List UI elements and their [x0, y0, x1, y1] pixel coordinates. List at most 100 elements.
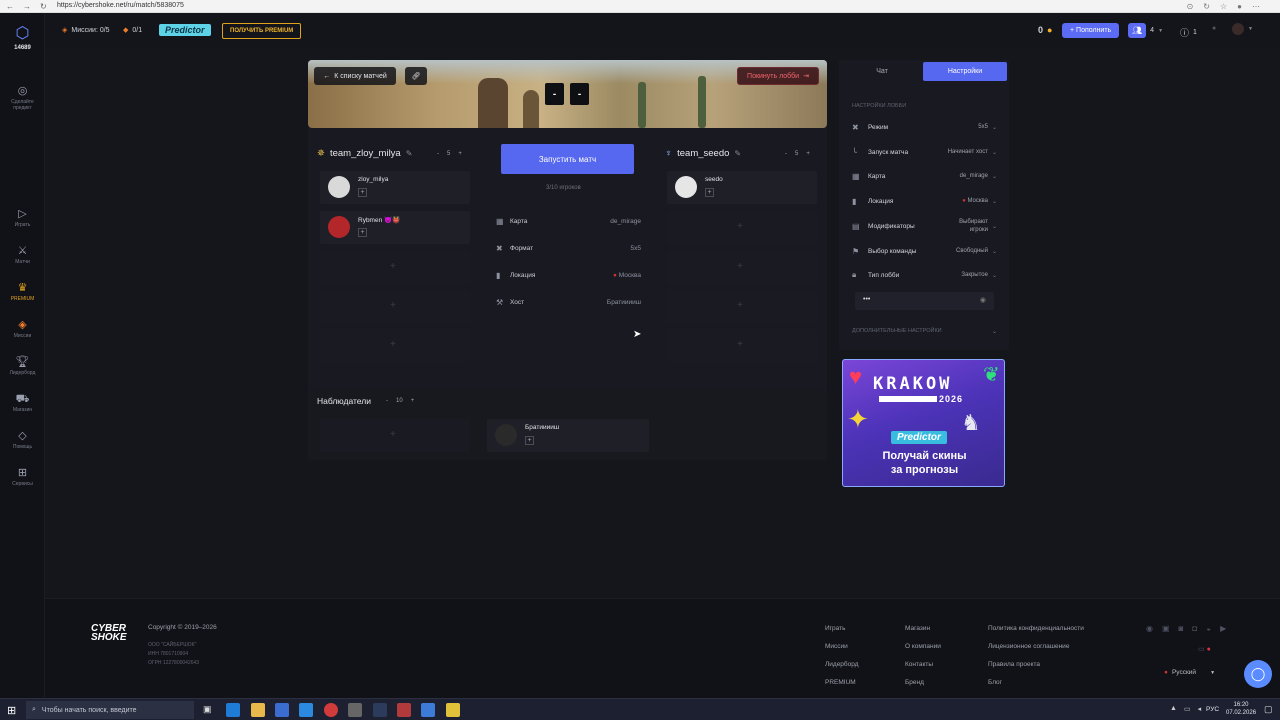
footer-link[interactable]: Бренд	[905, 679, 924, 686]
increase-button[interactable]: +	[806, 151, 810, 157]
youtube-icon[interactable]: ▶	[1220, 624, 1226, 633]
discord-icon[interactable]: ◙	[1179, 624, 1184, 633]
footer-link[interactable]: Играть	[825, 625, 846, 632]
friends-button[interactable]: 👥︎ 4 ▼	[1128, 23, 1163, 38]
favorite-icon[interactable]: ☆	[1220, 2, 1227, 11]
player-slot[interactable]: seedo +	[667, 171, 817, 204]
add-friend-button[interactable]: +	[525, 436, 534, 445]
footer-link[interactable]: Правила проекта	[988, 661, 1040, 668]
mail-icon[interactable]	[299, 703, 313, 717]
telegram-icon[interactable]: ◒	[1206, 624, 1211, 633]
back-icon[interactable]: ←	[6, 2, 14, 11]
start-match-button[interactable]: Запустить матч	[501, 144, 634, 174]
input-language[interactable]: РУС	[1206, 706, 1219, 713]
get-premium-button[interactable]: ПОЛУЧИТЬ PREMIUM	[222, 23, 302, 39]
forward-icon[interactable]: →	[23, 2, 31, 11]
taskbar-search[interactable]: ⌕ Чтобы начать поиск, введите	[26, 701, 194, 719]
footer-link[interactable]: Лицензионное соглашение	[988, 643, 1069, 650]
footer-link[interactable]: Магазин	[905, 625, 930, 632]
store-icon[interactable]	[275, 703, 289, 717]
predictor-ad-banner[interactable]: ♥ ❦ KRAKOW 2026 ✦ ♞ Predictor Получай ск…	[842, 359, 1005, 487]
sidebar-item-leaderboard[interactable]: 🏆︎ Лидерборд	[0, 356, 45, 376]
setting-team-select[interactable]: ⚑ Выбор команды Свободный ⌄	[852, 245, 997, 257]
increase-button[interactable]: +	[411, 398, 415, 404]
password-field[interactable]: ••• ◉	[855, 292, 994, 310]
empty-slot[interactable]: +	[320, 419, 470, 452]
footer-link[interactable]: Блог	[988, 679, 1002, 686]
windows-start-icon[interactable]: ⊞	[7, 704, 16, 717]
empty-slot[interactable]: +	[667, 251, 817, 284]
app-icon[interactable]	[397, 703, 411, 717]
predictor-badge[interactable]: Predictor	[159, 24, 211, 36]
empty-slot[interactable]: +	[667, 211, 817, 244]
player-slot[interactable]: zloy_milya +	[320, 171, 470, 204]
footer-link[interactable]: Миссии	[825, 643, 848, 650]
empty-slot[interactable]: +	[320, 329, 470, 362]
address-bar[interactable]: https://cybershoke.net/ru/match/5838075	[57, 2, 184, 9]
eye-icon[interactable]: ◉	[980, 296, 986, 304]
vk-icon[interactable]: ◘	[1192, 624, 1197, 633]
footer-link[interactable]: PREMIUM	[825, 679, 856, 686]
setting-mode[interactable]: ✖ Режим 5x5 ⌄	[852, 121, 997, 133]
menu-icon[interactable]: ⋯	[1252, 2, 1260, 11]
user-avatar[interactable]: ▼	[1232, 23, 1253, 35]
empty-slot[interactable]: +	[667, 329, 817, 362]
support-chat-button[interactable]: ◯	[1244, 660, 1272, 688]
sidebar-item-matches[interactable]: ⚔ Матчи	[0, 245, 45, 265]
explorer-icon[interactable]	[251, 703, 265, 717]
sidebar-item-help[interactable]: ◇ Помощь	[0, 430, 45, 450]
footer-link[interactable]: О компании	[905, 643, 941, 650]
tab-settings[interactable]: Настройки	[923, 62, 1007, 81]
footer-link[interactable]: Политика конфиденциальности	[988, 625, 1084, 632]
app2-icon[interactable]	[446, 703, 460, 717]
reload-icon[interactable]: ↻	[40, 2, 47, 11]
steam-icon[interactable]	[421, 703, 435, 717]
sidebar-item-premium[interactable]: ♛ PREMIUM	[0, 282, 45, 302]
decrease-button[interactable]: -	[437, 151, 439, 157]
player-slot[interactable]: Rybmen 😈👹 +	[320, 211, 470, 244]
steam-icon[interactable]: ◉	[1146, 624, 1153, 633]
clock[interactable]: 16:20 07.02.2026	[1226, 701, 1256, 717]
setting-location[interactable]: ▮ Локация ● Москва ⌄	[852, 195, 997, 207]
extra-settings-toggle[interactable]: ДОПОЛНИТЕЛЬНЫЕ НАСТРОЙКИ ⌄	[852, 325, 997, 337]
notification-dot-icon[interactable]: ●	[1212, 25, 1216, 32]
notification-center-icon[interactable]: ▢	[1264, 704, 1273, 715]
profile-icon[interactable]: ●	[1237, 2, 1242, 11]
chrome-icon[interactable]	[324, 703, 338, 717]
language-selector[interactable]: ● Русский ▼	[1164, 669, 1215, 676]
extension-icon[interactable]: ⊙	[1187, 2, 1194, 11]
setting-lobby-type[interactable]: 🔒︎ Тип лобби Закрытое ⌄	[852, 269, 997, 281]
footer-link[interactable]: Контакты	[905, 661, 933, 668]
tab-chat[interactable]: Чат	[843, 62, 921, 81]
edge-icon[interactable]	[226, 703, 240, 717]
sidebar-item-shop[interactable]: ⛟ Магазин	[0, 393, 45, 413]
shield-icon[interactable]	[373, 703, 387, 717]
volume-icon[interactable]: ◂	[1198, 705, 1202, 713]
refresh-icon[interactable]: ↻	[1203, 2, 1210, 11]
setting-map[interactable]: ▦ Карта de_mirage ⌄	[852, 170, 997, 182]
decrease-button[interactable]: -	[785, 151, 787, 157]
add-friend-button[interactable]: +	[358, 188, 367, 197]
decrease-button[interactable]: -	[386, 398, 388, 404]
sidebar-item-predict[interactable]: ◎ Сделайте предикт	[0, 85, 45, 111]
increase-button[interactable]: +	[458, 151, 462, 157]
edit-icon[interactable]: ✎	[406, 149, 413, 158]
task-view-icon[interactable]: ▣	[203, 704, 212, 715]
empty-slot[interactable]: +	[667, 290, 817, 323]
sidebar-item-missions[interactable]: ◈ Миссии	[0, 319, 45, 339]
add-friend-button[interactable]: +	[705, 188, 714, 197]
edit-icon[interactable]: ✎	[734, 149, 741, 158]
leave-lobby-button[interactable]: Покинуть лобби ⇥	[737, 67, 819, 85]
add-friend-button[interactable]: +	[358, 228, 367, 237]
twitch-icon[interactable]: ▣	[1162, 624, 1170, 633]
empty-slot[interactable]: +	[320, 290, 470, 323]
topup-button[interactable]: + Пополнить	[1062, 23, 1120, 38]
battery-icon[interactable]: ▭	[1184, 705, 1191, 713]
setting-modifiers[interactable]: ▤ Модификаторы Выбирают игроки ⌄	[852, 216, 997, 236]
footer-logo[interactable]: CYBER SHOKE	[91, 624, 127, 643]
sidebar-item-play[interactable]: ▷ Играть	[0, 208, 45, 228]
network-icon[interactable]: ▲	[1170, 705, 1177, 713]
sidebar-item-services[interactable]: ⊞ Сервисы	[0, 467, 45, 487]
empty-slot[interactable]: +	[320, 251, 470, 284]
settings-icon[interactable]	[348, 703, 362, 717]
